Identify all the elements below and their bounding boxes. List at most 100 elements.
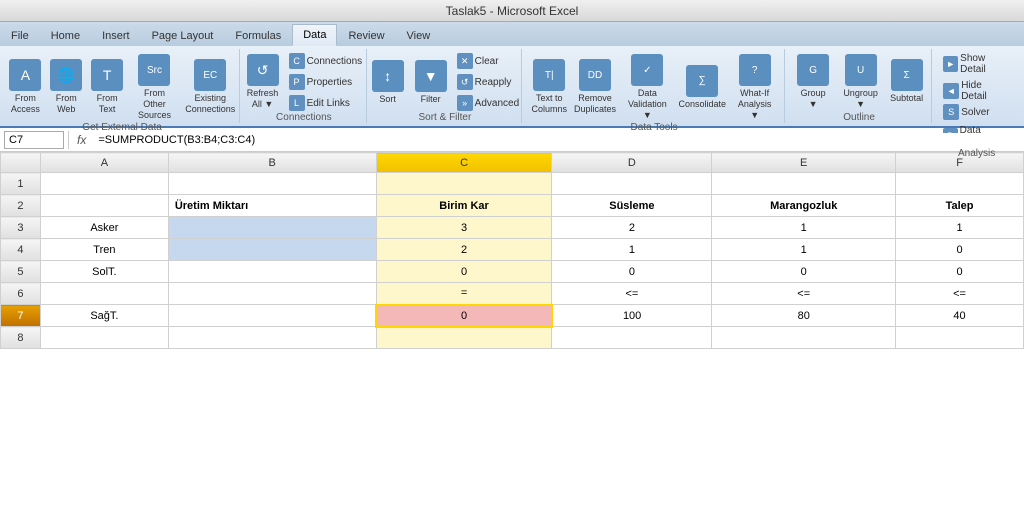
cell-F7[interactable]: 40 [896,305,1024,327]
cell-E1[interactable] [712,173,896,195]
remove-duplicates-button[interactable]: DD RemoveDuplicates [572,57,618,117]
cell-C1[interactable] [376,173,552,195]
text-to-columns-button[interactable]: T| Text toColumns [529,57,569,117]
tab-view[interactable]: View [396,24,442,46]
ribbon-group-outline: G Group ▼ U Ungroup ▼ Σ Subtotal Outline [787,49,932,123]
col-header-E[interactable]: E [712,153,896,173]
row-header-1[interactable]: 1 [1,173,41,195]
cell-D3[interactable]: 2 [552,217,712,239]
row-header-7[interactable]: 7 [1,305,41,327]
tab-data[interactable]: Data [292,24,337,46]
ribbon-tabs: File Home Insert Page Layout Formulas Da… [0,22,1024,46]
cell-D4[interactable]: 1 [552,239,712,261]
edit-links-button[interactable]: L Edit Links [286,94,366,112]
cell-A4[interactable]: Tren [40,239,168,261]
sort-button[interactable]: ↕ Sort [368,58,408,107]
cell-F6[interactable]: <= [896,283,1024,305]
cell-A2[interactable] [40,195,168,217]
cell-B5[interactable] [168,261,376,283]
cell-A8[interactable] [40,327,168,349]
reapply-button[interactable]: ↺ Reapply [454,73,522,91]
cell-E7[interactable]: 80 [712,305,896,327]
cell-D7[interactable]: 100 [552,305,712,327]
cell-C5[interactable]: 0 [376,261,552,283]
refresh-all-button[interactable]: ↺ RefreshAll ▼ [243,52,283,112]
cell-E6[interactable]: <= [712,283,896,305]
hide-detail-button[interactable]: ◄ Hide Detail [940,79,1013,103]
row-header-5[interactable]: 5 [1,261,41,283]
subtotal-button[interactable]: Σ Subtotal [888,57,925,106]
cell-C2[interactable]: Birim Kar [376,195,552,217]
tab-file[interactable]: File [0,24,40,46]
cell-A6[interactable] [40,283,168,305]
col-header-C[interactable]: C [376,153,552,173]
cell-B2[interactable]: Üretim Miktarı [168,195,376,217]
what-if-analysis-button[interactable]: ? What-IfAnalysis ▼ [731,52,779,122]
cell-A1[interactable] [40,173,168,195]
cell-F5[interactable]: 0 [896,261,1024,283]
connections-icon: C [289,53,305,69]
cell-B8[interactable] [168,327,376,349]
connections-button[interactable]: C Connections [286,52,366,70]
cell-D1[interactable] [552,173,712,195]
advanced-button[interactable]: » Advanced [454,94,522,112]
filter-button[interactable]: ▼ Filter [411,58,451,107]
consolidate-button[interactable]: ∑ Consolidate [677,63,728,112]
cell-D5[interactable]: 0 [552,261,712,283]
from-access-button[interactable]: A FromAccess [7,57,45,117]
tab-home[interactable]: Home [40,24,91,46]
cell-E3[interactable]: 1 [712,217,896,239]
col-header-D[interactable]: D [552,153,712,173]
show-detail-button[interactable]: ► Show Detail [940,52,1013,76]
cell-C4[interactable]: 2 [376,239,552,261]
cell-A3[interactable]: Asker [40,217,168,239]
cell-F3[interactable]: 1 [896,217,1024,239]
cell-B1[interactable] [168,173,376,195]
cell-C7[interactable]: 0 [376,305,552,327]
ungroup-button[interactable]: U Ungroup ▼ [836,52,885,112]
col-header-A[interactable]: A [40,153,168,173]
cell-C8[interactable] [376,327,552,349]
cell-E2[interactable]: Marangozluk [712,195,896,217]
col-header-B[interactable]: B [168,153,376,173]
tab-formulas[interactable]: Formulas [224,24,292,46]
cell-F1[interactable] [896,173,1024,195]
cell-B6[interactable] [168,283,376,305]
cell-B7[interactable] [168,305,376,327]
cell-F2[interactable]: Talep [896,195,1024,217]
cell-reference[interactable]: C7 [4,131,64,149]
cell-C3[interactable]: 3 [376,217,552,239]
row-header-4[interactable]: 4 [1,239,41,261]
cell-F8[interactable] [896,327,1024,349]
cell-A7[interactable]: SağT. [40,305,168,327]
formula-input[interactable] [94,133,1020,147]
cell-A5[interactable]: SolT. [40,261,168,283]
cell-D8[interactable] [552,327,712,349]
cell-D6[interactable]: <= [552,283,712,305]
tab-review[interactable]: Review [337,24,395,46]
cell-E5[interactable]: 0 [712,261,896,283]
cell-C6[interactable]: = [376,283,552,305]
tab-insert[interactable]: Insert [91,24,141,46]
row-header-6[interactable]: 6 [1,283,41,305]
cell-B3[interactable] [168,217,376,239]
clear-button[interactable]: ✕ Clear [454,52,522,70]
from-web-button[interactable]: 🌐 FromWeb [47,57,85,117]
row-header-8[interactable]: 8 [1,327,41,349]
group-button[interactable]: G Group ▼ [793,52,833,112]
sort-filter-buttons: ↕ Sort ▼ Filter ✕ Clear ↺ Reapply [368,52,522,112]
cell-E8[interactable] [712,327,896,349]
row-header-2[interactable]: 2 [1,195,41,217]
tab-page-layout[interactable]: Page Layout [141,24,225,46]
cell-F4[interactable]: 0 [896,239,1024,261]
cell-E4[interactable]: 1 [712,239,896,261]
cell-D2[interactable]: Süsleme [552,195,712,217]
data-validation-button[interactable]: ✓ DataValidation ▼ [621,52,674,122]
from-other-sources-button[interactable]: Src From OtherSources [129,52,180,122]
row-header-3[interactable]: 3 [1,217,41,239]
properties-button[interactable]: P Properties [286,73,366,91]
existing-connections-button[interactable]: EC ExistingConnections [183,57,238,117]
from-text-button[interactable]: T FromText [88,57,126,117]
cell-B4[interactable] [168,239,376,261]
solver-button[interactable]: S Solver [940,103,1013,121]
